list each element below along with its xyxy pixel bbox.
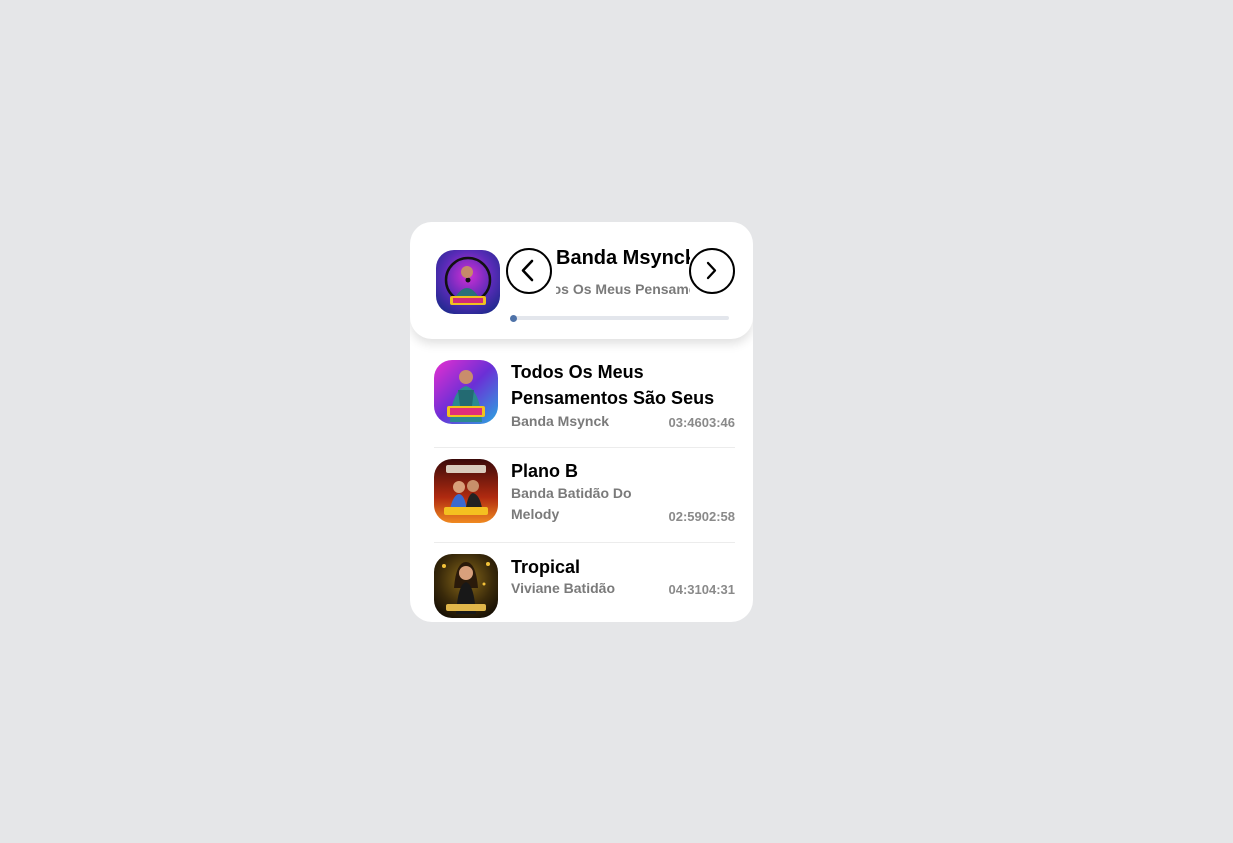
next-track-button[interactable] (689, 248, 735, 294)
progress-handle[interactable] (509, 314, 517, 322)
track-time: 04:3104:31 (669, 582, 736, 597)
track-artist: Viviane Batidão (511, 580, 616, 596)
playlist-item-0[interactable]: Todos Os Meus Pensamentos São Seus Banda… (434, 339, 735, 448)
playlist-item-1[interactable]: Plano B Banda Batidão Do Melody 02:5902:… (434, 448, 735, 543)
now-playing-info: Banda Msynck Todos Os Meus Pensamentos S… (556, 242, 690, 304)
track-artist: Banda Batidão Do Melody (511, 485, 632, 522)
track-time: 03:4603:46 (669, 415, 736, 430)
track-title: Todos Os Meus Pensamentos São Seus (511, 362, 715, 408)
track-title: Plano B (511, 461, 579, 481)
album-cover-msynck-icon (436, 250, 500, 314)
progress-bar[interactable] (509, 314, 729, 322)
album-cover-msynck-icon (434, 360, 498, 424)
track-artist: Banda Msynck (511, 413, 610, 429)
playlist-item-2[interactable]: Tropical Viviane Batidão 04:3104:31 (434, 544, 735, 622)
now-playing-panel: Banda Msynck Todos Os Meus Pensamentos S… (410, 222, 753, 339)
music-player-card: Banda Msynck Todos Os Meus Pensamentos S… (410, 222, 753, 622)
track-current-time: 04:31 (668, 582, 702, 597)
now-playing-track-title: Todos Os Meus Pensamentos São Seus (556, 281, 690, 297)
chevron-left-icon (521, 259, 534, 282)
now-playing-artist: Banda Msynck (556, 247, 690, 269)
track-current-time: 02:59 (668, 509, 702, 524)
track-duration: 03:46 (701, 415, 735, 430)
track-title: Tropical (511, 557, 581, 577)
album-cover-batidao-icon (434, 459, 498, 523)
track-duration: 04:31 (701, 582, 735, 597)
previous-track-button[interactable] (506, 248, 552, 294)
track-time: 02:5902:58 (669, 509, 736, 524)
chevron-right-icon (706, 261, 717, 280)
album-cover-viviane-icon (434, 554, 498, 618)
track-duration: 02:58 (701, 509, 735, 524)
track-current-time: 03:46 (668, 415, 702, 430)
